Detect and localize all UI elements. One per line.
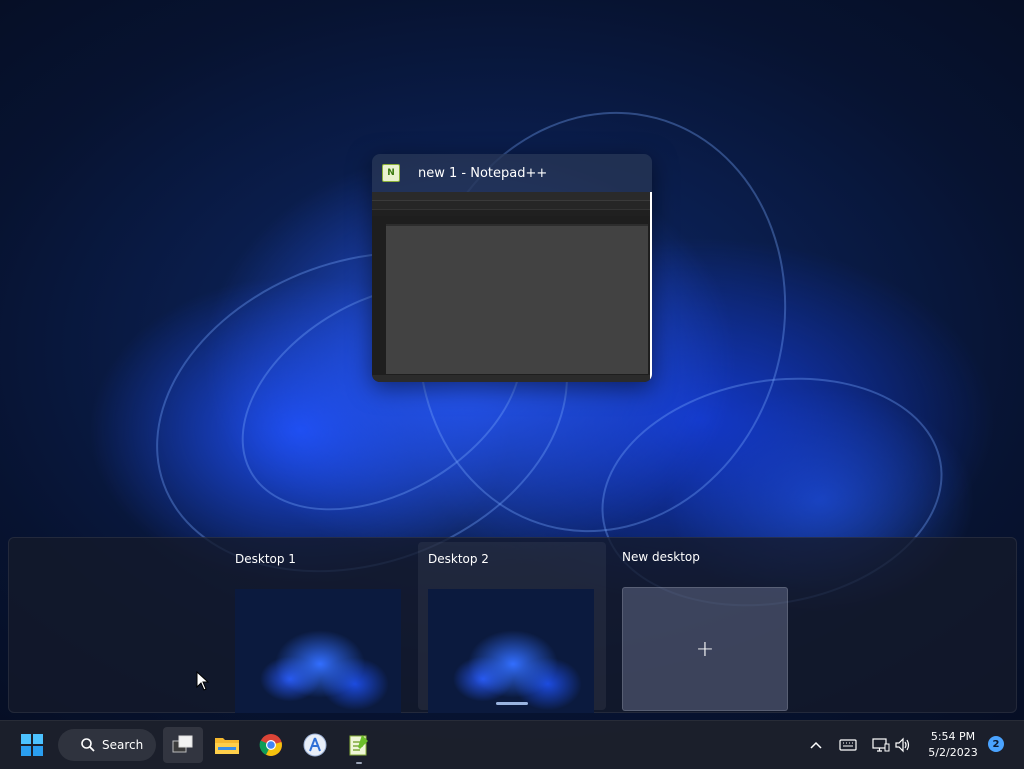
start-button[interactable] xyxy=(14,727,50,763)
desktop-1[interactable]: Desktop 1 xyxy=(235,552,401,714)
volume-icon xyxy=(895,737,910,753)
taskbar: Search 5:54 PM 5/2/2023 xyxy=(0,720,1024,769)
new-desktop[interactable]: New desktop + xyxy=(622,550,788,712)
thumbnail-toolbar xyxy=(372,201,650,210)
thumbnail-menubar xyxy=(372,192,650,201)
window-preview-notepadpp[interactable]: N new 1 - Notepad++ xyxy=(372,154,652,382)
notepadpp-icon: N xyxy=(382,164,400,182)
new-desktop-button[interactable]: + xyxy=(622,587,788,711)
chrome-button[interactable] xyxy=(251,727,291,763)
quick-settings-button[interactable] xyxy=(866,727,918,763)
search-label: Search xyxy=(102,738,144,752)
network-icon xyxy=(872,738,890,752)
thumbnail-tabs xyxy=(372,210,650,216)
thumbnail-editor xyxy=(386,224,648,374)
window-thumbnail[interactable] xyxy=(372,192,652,382)
desktop-thumbnail[interactable] xyxy=(428,589,594,713)
thumbnail-gutter xyxy=(372,224,386,374)
file-explorer-icon xyxy=(215,738,239,754)
window-preview-title: new 1 - Notepad++ xyxy=(418,165,548,181)
clock-date: 5/2/2023 xyxy=(928,746,978,759)
notification-badge[interactable]: 2 xyxy=(988,736,1004,752)
desktop-2[interactable]: Desktop 2 xyxy=(428,552,594,714)
running-indicator xyxy=(356,762,362,764)
file-explorer-button[interactable] xyxy=(207,727,247,763)
plus-icon: + xyxy=(695,636,715,662)
desktop-label: Desktop 1 xyxy=(235,552,296,566)
show-hidden-icons-button[interactable] xyxy=(804,727,828,763)
notepadpp-taskbar-button[interactable] xyxy=(339,727,379,763)
chevron-up-icon xyxy=(810,741,822,749)
desktop-thumbnail[interactable] xyxy=(235,589,401,713)
thumbnail-statusbar xyxy=(372,375,650,382)
task-view-button[interactable] xyxy=(163,727,203,763)
taskbar-search[interactable]: Search xyxy=(58,729,156,761)
touch-keyboard-button[interactable] xyxy=(836,727,860,763)
chrome-icon xyxy=(259,734,282,756)
keyboard-icon xyxy=(839,739,857,751)
app-installer-button[interactable] xyxy=(295,727,335,763)
window-preview-header[interactable]: N new 1 - Notepad++ xyxy=(372,154,652,192)
app-installer-icon xyxy=(303,733,327,757)
mouse-cursor-icon xyxy=(196,671,210,691)
notepadpp-icon xyxy=(349,735,368,756)
clock-button[interactable]: 5:54 PM 5/2/2023 xyxy=(922,727,984,763)
search-icon xyxy=(81,738,95,752)
clock-time: 5:54 PM xyxy=(930,730,976,743)
virtual-desktops-bar: Desktop 1 Desktop 2 New desktop + xyxy=(8,537,1017,713)
desktop-label: Desktop 2 xyxy=(428,552,489,566)
new-desktop-label: New desktop xyxy=(622,550,700,564)
start-icon xyxy=(21,734,43,756)
task-view-icon xyxy=(172,735,193,753)
scroll-indicator[interactable] xyxy=(496,702,528,705)
